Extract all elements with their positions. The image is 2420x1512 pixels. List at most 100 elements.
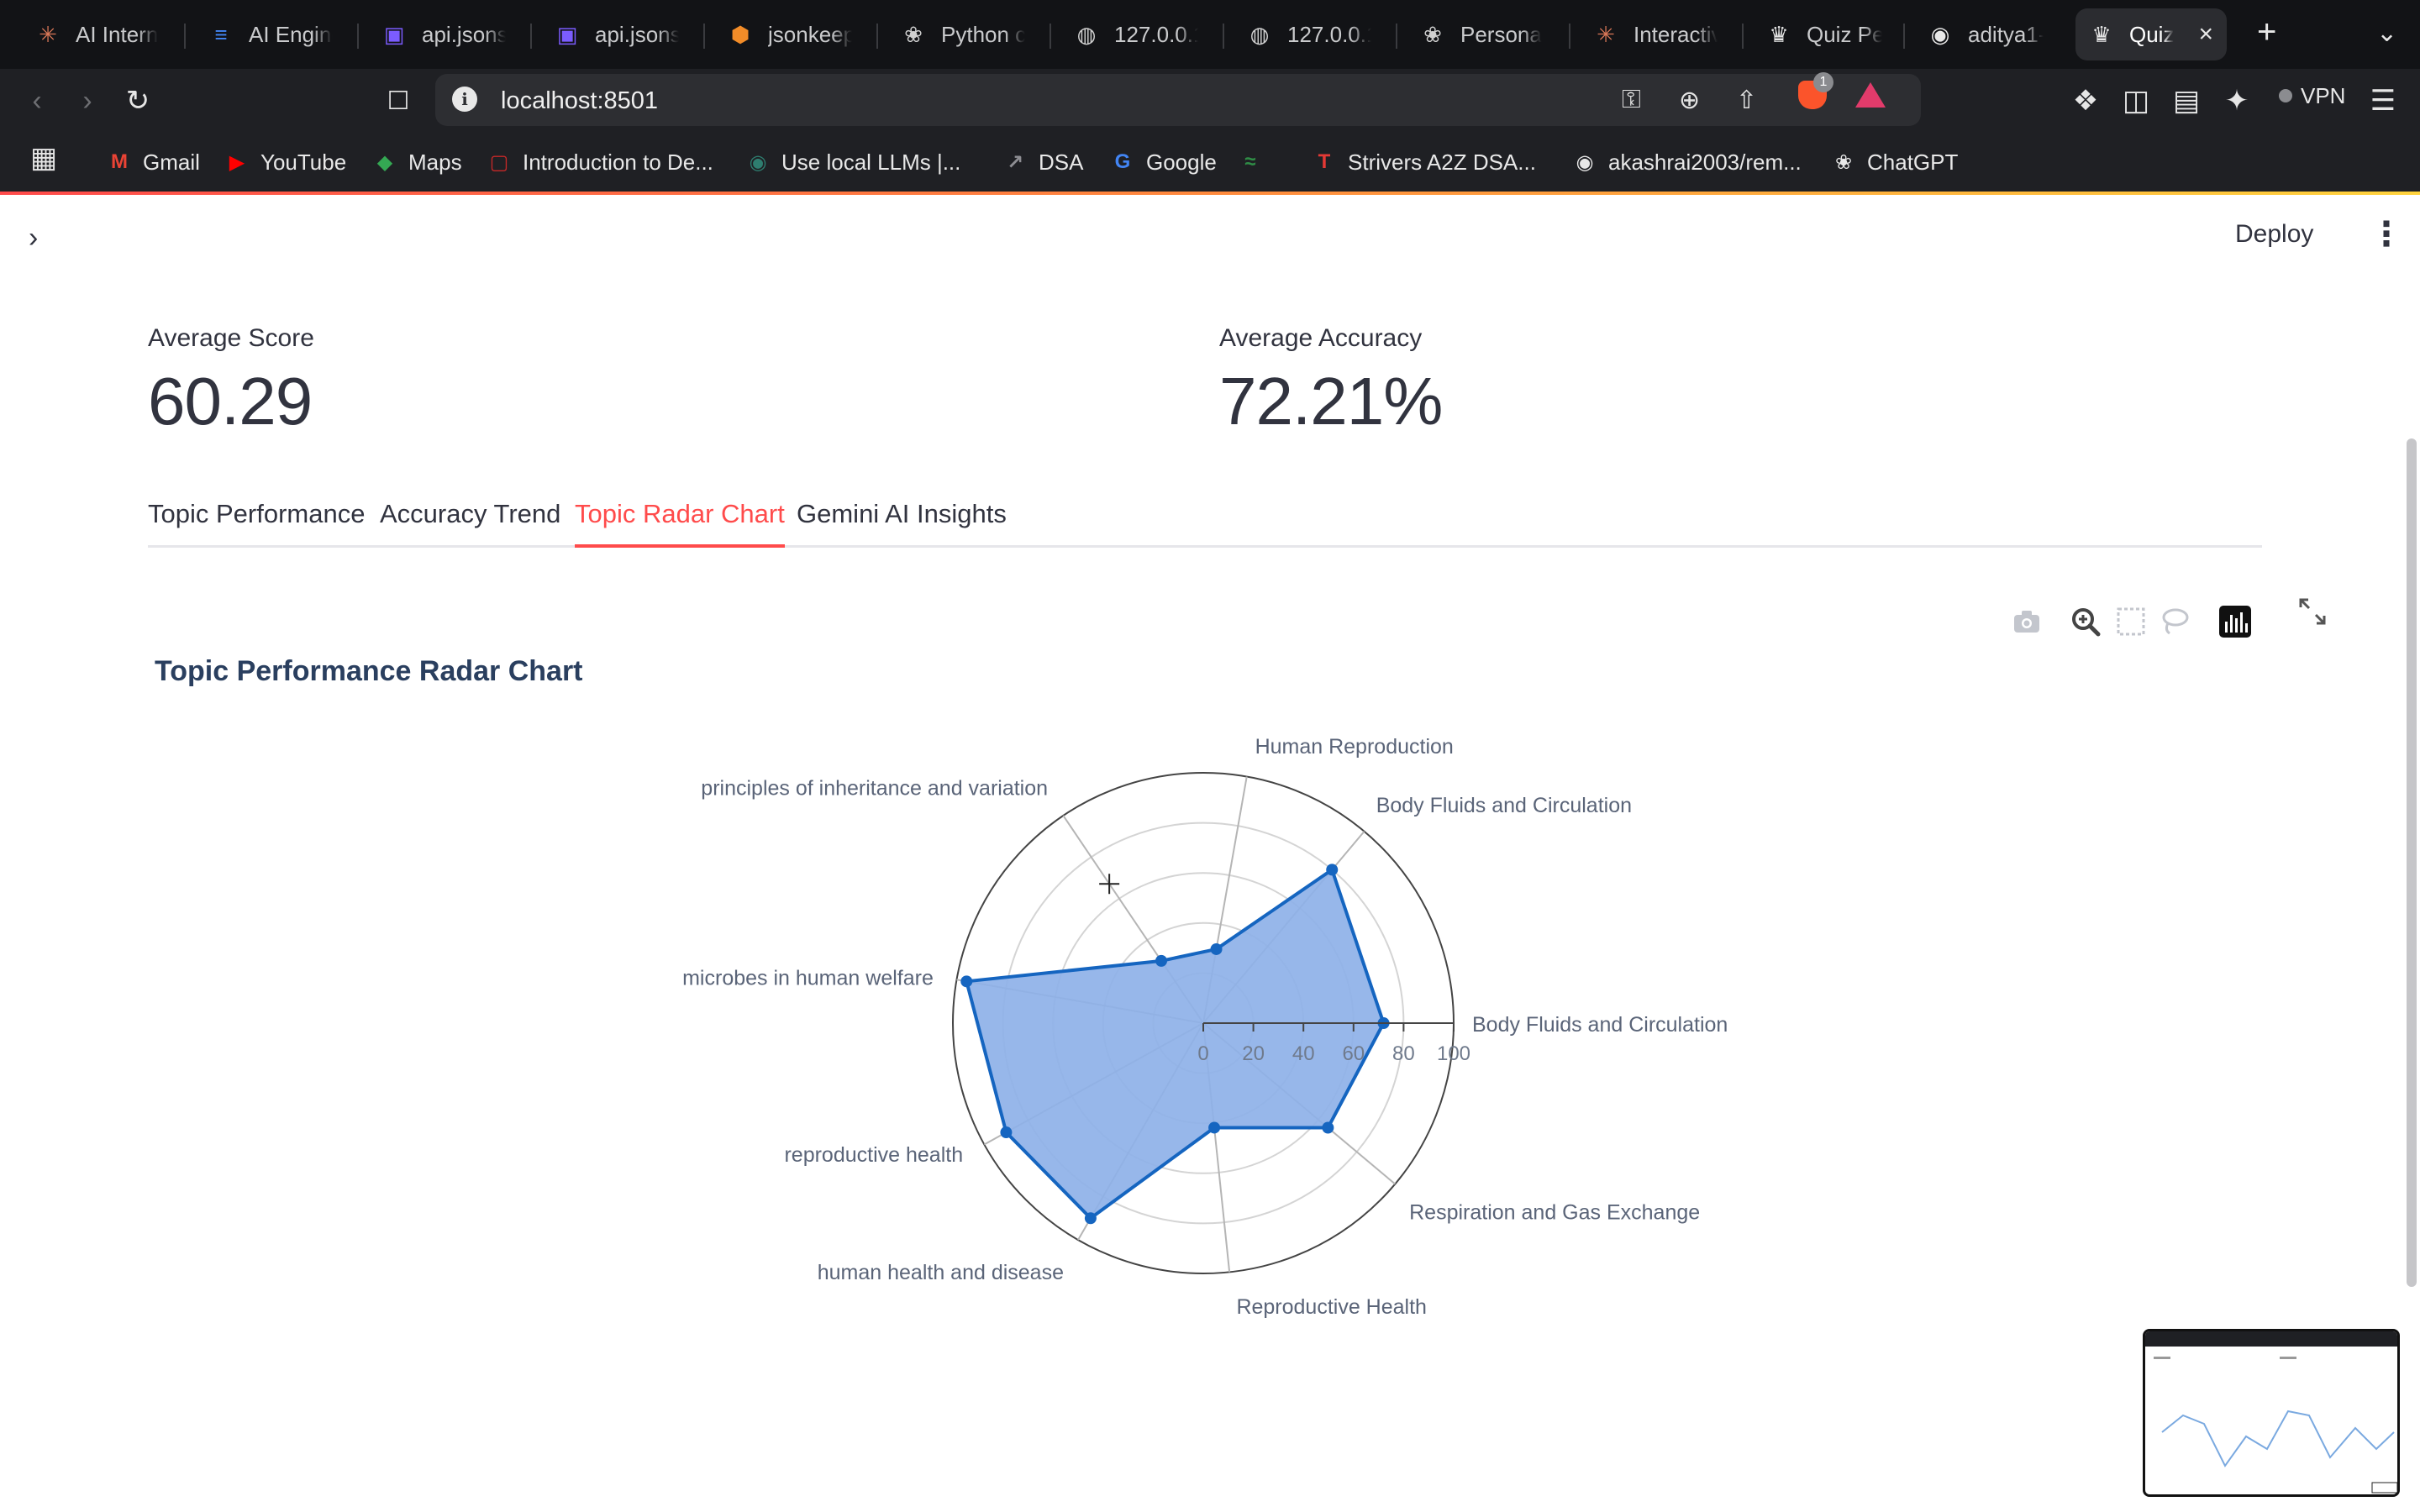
password-key-icon[interactable]: ⚿ xyxy=(1622,86,1641,114)
radar-data-point[interactable] xyxy=(960,975,973,988)
plotly-logo-icon[interactable] xyxy=(2218,605,2252,638)
tab-topic-radar-chart[interactable]: Topic Radar Chart xyxy=(575,497,785,548)
bookmark-item[interactable]: ❀ ChatGPT xyxy=(1832,146,1958,178)
address-bar[interactable]: i localhost:8501 ⚿ ⊕ ⇧ xyxy=(435,74,1921,126)
bookmark-label: Introduction to De... xyxy=(523,149,713,175)
extensions-icon[interactable]: ❖ xyxy=(2069,84,2102,118)
browser-tab[interactable]: ◉ aditya1-d xyxy=(1914,8,2057,60)
radar-data-point[interactable] xyxy=(1322,1121,1334,1134)
streamlit-app: › Deploy ⋮ Average Score 60.29 Average A… xyxy=(0,195,2420,1512)
tab-gemini-ai-insights[interactable]: Gemini AI Insights xyxy=(797,497,1007,548)
browser-tab[interactable]: ◍ 127.0.0.1 xyxy=(1060,8,1212,60)
bookmark-item[interactable]: ▢ Introduction to De... xyxy=(487,146,713,178)
tab-separator xyxy=(530,24,532,49)
tab-list-chevron-icon[interactable]: ⌄ xyxy=(2376,18,2397,48)
tuf-icon: T xyxy=(1318,150,1331,173)
box-select-icon[interactable] xyxy=(2114,605,2148,638)
bookmark-item[interactable]: M Gmail xyxy=(108,146,200,178)
radar-category-label: microbes in human welfare xyxy=(682,966,934,990)
radar-data-point[interactable] xyxy=(1208,1121,1221,1134)
zoom-icon[interactable]: ⊕ xyxy=(1679,86,1700,115)
url-text[interactable]: localhost:8501 xyxy=(501,87,658,115)
bookmark-item[interactable]: ≈ xyxy=(1239,146,1274,178)
geeksforgeeks-icon: ≈ xyxy=(1244,150,1256,173)
tab-title: Python c xyxy=(941,21,1025,47)
tab-title: Interactiv xyxy=(1634,21,1718,47)
forward-icon[interactable]: › xyxy=(71,84,104,118)
bookmark-item[interactable]: ◉ akashrai2003/rem... xyxy=(1573,146,1802,178)
browser-tab[interactable]: ⬢ jsonkeep xyxy=(714,8,865,60)
browser-tab[interactable]: ◍ 127.0.0.1 xyxy=(1234,8,1385,60)
sidebar-panel-icon[interactable]: ◫ xyxy=(2119,84,2153,118)
radar-category-label: Reproductive Health xyxy=(1236,1295,1427,1319)
openai-icon: ❀ xyxy=(904,21,923,47)
tab-title: jsonkeep xyxy=(768,21,852,47)
tab-accuracy-trend[interactable]: Accuracy Trend xyxy=(380,497,560,548)
radar-series-area[interactable] xyxy=(965,868,1386,1221)
metric-average-accuracy: Average Accuracy 72.21% xyxy=(1219,324,1443,440)
close-tab-icon[interactable]: × xyxy=(2198,20,2213,49)
radar-data-point[interactable] xyxy=(1084,1212,1097,1225)
wallet-icon[interactable]: ▤ xyxy=(2170,84,2203,118)
radar-data-point[interactable] xyxy=(1000,1126,1013,1139)
bookmark-item[interactable]: ◆ Maps xyxy=(373,146,462,178)
zoom-icon[interactable] xyxy=(2069,605,2102,638)
screen-recording-thumbnail[interactable] xyxy=(2143,1329,2400,1497)
tab-title: AI Engine xyxy=(249,21,333,47)
browser-tab[interactable]: ≡ AI Engine xyxy=(195,8,346,60)
browser-tab[interactable]: ▣ api.jsons xyxy=(541,8,692,60)
apps-grid-icon[interactable]: ▦ xyxy=(27,141,60,175)
site-info-icon[interactable]: i xyxy=(452,87,477,112)
browser-tab[interactable]: ✳ AI Intern xyxy=(22,8,173,60)
radial-tick-label: 0 xyxy=(1197,1042,1208,1065)
bookmark-label: Google xyxy=(1146,149,1217,175)
chart-title: Topic Performance Radar Chart xyxy=(155,655,583,687)
browser-tab[interactable]: ♛ Quiz Perf xyxy=(1753,8,1896,60)
deploy-button[interactable]: Deploy xyxy=(2235,220,2313,249)
new-tab-icon[interactable]: + xyxy=(2257,13,2276,51)
scrollbar[interactable] xyxy=(2407,438,2417,1287)
leo-ai-icon[interactable]: ✦ xyxy=(2220,84,2254,118)
metric-label: Average Accuracy xyxy=(1219,324,1423,352)
sidebar-expand-icon[interactable]: › xyxy=(29,222,38,255)
bookmark-item[interactable]: ↗ DSA xyxy=(1003,146,1084,178)
browser-tab[interactable]: ❀ Python c xyxy=(887,8,1039,60)
globe-icon: ◍ xyxy=(1249,21,1270,47)
back-icon[interactable]: ‹ xyxy=(20,84,54,118)
radar-category-label: principles of inheritance and variation xyxy=(701,777,1048,801)
radar-category-label: Body Fluids and Circulation xyxy=(1472,1013,1728,1037)
bookmark-icon[interactable]: ☐ xyxy=(381,84,415,118)
radar-category-label: Respiration and Gas Exchange xyxy=(1409,1201,1700,1225)
vpn-button[interactable]: VPN xyxy=(2269,81,2355,111)
brave-rewards-icon[interactable] xyxy=(1855,82,1886,108)
camera-icon[interactable] xyxy=(2010,605,2044,638)
rocket-icon: ↗ xyxy=(1006,150,1024,174)
crosshair-cursor-icon xyxy=(1099,874,1120,895)
radar-chart[interactable]: 0 20 40 60 80 100Body Fluids and CirculationB… xyxy=(538,716,1798,1512)
reload-icon[interactable]: ↻ xyxy=(121,84,155,118)
radial-tick-label: 40 xyxy=(1292,1042,1315,1065)
youtube-icon: ▶ xyxy=(229,150,245,174)
tab-topic-performance[interactable]: Topic Performance xyxy=(148,497,365,548)
browser-tab[interactable]: ▣ api.jsons xyxy=(368,8,519,60)
share-icon[interactable]: ⇧ xyxy=(1736,86,1757,115)
browser-tab[interactable]: ❀ Persona xyxy=(1407,8,1558,60)
radar-data-point[interactable] xyxy=(1326,864,1339,876)
radar-data-point[interactable] xyxy=(1210,942,1223,955)
menu-icon[interactable]: ☰ xyxy=(2366,84,2400,118)
globe-icon: ◍ xyxy=(1076,21,1097,47)
lasso-icon[interactable] xyxy=(2158,605,2191,638)
bookmark-item[interactable]: T Strivers A2Z DSA... xyxy=(1313,146,1536,178)
radar-data-point[interactable] xyxy=(1155,954,1168,967)
browser-tab[interactable]: ♛ Quiz × xyxy=(2075,8,2227,60)
main-menu-icon[interactable]: ⋮ xyxy=(2370,215,2403,254)
metric-average-score: Average Score 60.29 xyxy=(148,324,314,440)
browser-tab[interactable]: ✳ Interactiv xyxy=(1580,8,1731,60)
streamlit-crown-icon: ♛ xyxy=(1769,21,1789,47)
fullscreen-icon[interactable] xyxy=(2296,595,2329,628)
bookmark-item[interactable]: G Google xyxy=(1111,146,1217,178)
claude-sunburst-icon: ✳ xyxy=(1597,21,1615,47)
bookmark-item[interactable]: ◉ Use local LLMs |... xyxy=(746,146,961,178)
tab-separator xyxy=(1396,24,1397,49)
bookmark-item[interactable]: ▶ YouTube xyxy=(225,146,346,178)
